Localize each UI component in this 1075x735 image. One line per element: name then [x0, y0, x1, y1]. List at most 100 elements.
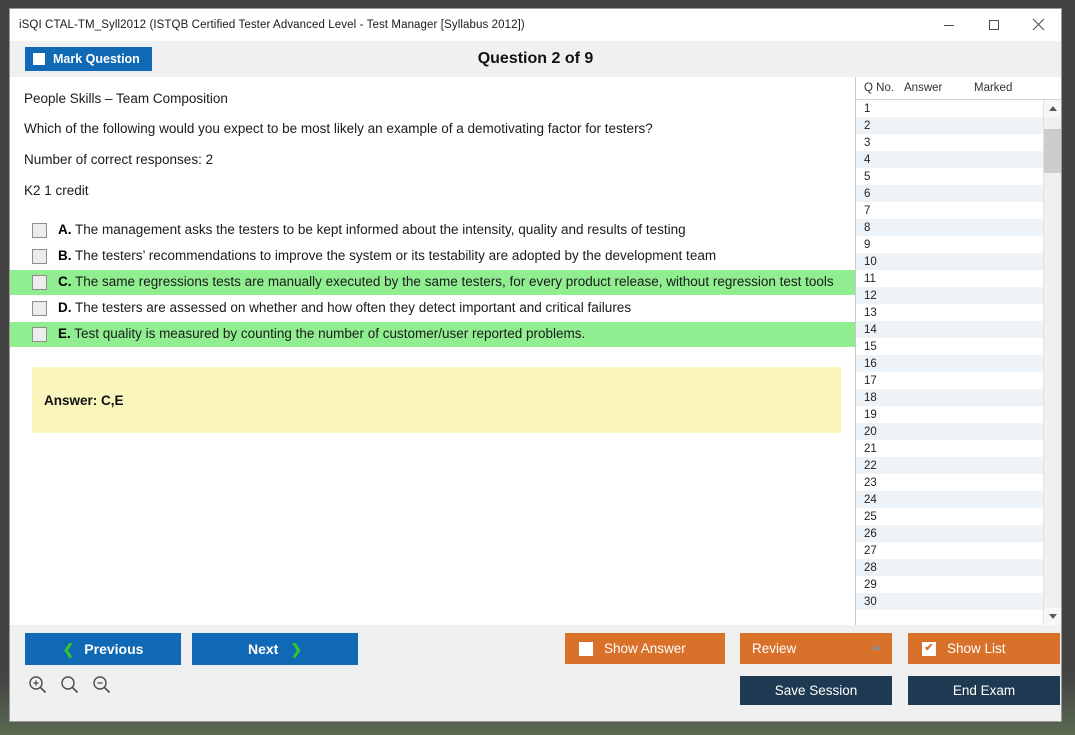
question-list-row[interactable]: 16 — [856, 355, 1043, 372]
option-row-e[interactable]: E. Test quality is measured by counting … — [10, 322, 855, 347]
option-body-b: The testers’ recommendations to improve … — [75, 248, 716, 263]
question-list-row[interactable]: 29 — [856, 576, 1043, 593]
end-exam-button[interactable]: End Exam — [908, 676, 1060, 705]
option-text-b: B. The testers’ recommendations to impro… — [58, 247, 726, 264]
review-dropdown[interactable]: Review — [740, 633, 892, 664]
question-list-row[interactable]: 15 — [856, 338, 1043, 355]
next-label: Next — [248, 641, 278, 657]
option-checkbox-e[interactable] — [32, 327, 47, 342]
scroll-up-icon[interactable] — [1044, 100, 1061, 117]
question-list-scrollbar[interactable] — [1043, 100, 1061, 625]
question-number-cell: 27 — [856, 545, 904, 557]
question-list-row[interactable]: 1 — [856, 100, 1043, 117]
question-list-row[interactable]: 11 — [856, 270, 1043, 287]
option-checkbox-d[interactable] — [32, 301, 47, 316]
scrollbar-thumb[interactable] — [1044, 129, 1061, 173]
scrollbar-track[interactable] — [1044, 117, 1061, 608]
question-number-cell: 15 — [856, 341, 904, 353]
question-list-row[interactable]: 22 — [856, 457, 1043, 474]
question-number-cell: 4 — [856, 154, 904, 166]
option-row-a[interactable]: A. The management asks the testers to be… — [10, 218, 855, 243]
option-row-c[interactable]: C. The same regressions tests are manual… — [10, 270, 855, 295]
exam-footer-toolbar: ❮ Previous Next ❯ Show Answer Review ✔ S… — [10, 625, 1061, 721]
question-list-row[interactable]: 20 — [856, 423, 1043, 440]
question-list-row[interactable]: 4 — [856, 151, 1043, 168]
question-list-row[interactable]: 14 — [856, 321, 1043, 338]
option-row-d[interactable]: D. The testers are assessed on whether a… — [10, 296, 855, 321]
option-text-e: E. Test quality is measured by counting … — [58, 325, 595, 342]
question-list-row[interactable]: 7 — [856, 202, 1043, 219]
option-letter-a: A. — [58, 222, 72, 237]
show-answer-label: Show Answer — [604, 641, 686, 656]
question-content-pane: People Skills – Team Composition Which o… — [10, 77, 855, 625]
scroll-down-icon[interactable] — [1044, 608, 1061, 625]
option-text-a: A. The management asks the testers to be… — [58, 221, 696, 238]
question-number-cell: 6 — [856, 188, 904, 200]
show-list-button[interactable]: ✔ Show List — [908, 633, 1060, 664]
end-exam-label: End Exam — [953, 683, 1015, 698]
question-list-row[interactable]: 27 — [856, 542, 1043, 559]
option-body-a: The management asks the testers to be ke… — [75, 222, 686, 237]
question-list-row[interactable]: 19 — [856, 406, 1043, 423]
question-number-cell: 25 — [856, 511, 904, 523]
window-titlebar: iSQI CTAL-TM_Syll2012 (ISTQB Certified T… — [10, 9, 1061, 41]
question-number-cell: 7 — [856, 205, 904, 217]
option-row-b[interactable]: B. The testers’ recommendations to impro… — [10, 244, 855, 269]
zoom-reset-icon[interactable] — [60, 675, 79, 699]
question-stem: Which of the following would you expect … — [10, 106, 855, 136]
question-list-row[interactable]: 26 — [856, 525, 1043, 542]
exam-body: People Skills – Team Composition Which o… — [10, 77, 1061, 625]
question-list-row[interactable]: 10 — [856, 253, 1043, 270]
maximize-icon[interactable] — [971, 9, 1016, 40]
question-number-cell: 2 — [856, 120, 904, 132]
question-list-row[interactable]: 12 — [856, 287, 1043, 304]
question-list-row[interactable]: 5 — [856, 168, 1043, 185]
previous-button[interactable]: ❮ Previous — [25, 633, 181, 665]
option-body-e: Test quality is measured by counting the… — [74, 326, 585, 341]
question-number-cell: 5 — [856, 171, 904, 183]
column-header-qno: Q No. — [856, 82, 904, 94]
question-list-row[interactable]: 25 — [856, 508, 1043, 525]
question-topic: People Skills – Team Composition — [10, 77, 855, 106]
question-list-row[interactable]: 23 — [856, 474, 1043, 491]
option-letter-b: B. — [58, 248, 72, 263]
question-list-row[interactable]: 3 — [856, 134, 1043, 151]
question-list-row[interactable]: 13 — [856, 304, 1043, 321]
question-list-row[interactable]: 8 — [856, 219, 1043, 236]
close-icon[interactable] — [1016, 9, 1061, 40]
question-list-row[interactable]: 18 — [856, 389, 1043, 406]
review-label: Review — [752, 641, 871, 656]
question-list-row[interactable]: 28 — [856, 559, 1043, 576]
question-list-row[interactable]: 2 — [856, 117, 1043, 134]
question-list-rows: 1234567891011121314151617181920212223242… — [856, 100, 1043, 625]
question-list-row[interactable]: 17 — [856, 372, 1043, 389]
question-list-row[interactable]: 24 — [856, 491, 1043, 508]
question-list-row[interactable]: 21 — [856, 440, 1043, 457]
zoom-out-icon[interactable] — [92, 675, 111, 699]
question-number-cell: 10 — [856, 256, 904, 268]
mark-question-button[interactable]: Mark Question — [25, 47, 152, 71]
question-list-row[interactable]: 9 — [856, 236, 1043, 253]
next-button[interactable]: Next ❯ — [192, 633, 358, 665]
option-letter-c: C. — [58, 274, 72, 289]
chevron-right-icon: ❯ — [290, 641, 302, 658]
question-list-body: 1234567891011121314151617181920212223242… — [856, 100, 1061, 625]
question-list-panel: Q No. Answer Marked 12345678910111213141… — [855, 77, 1061, 625]
option-checkbox-a[interactable] — [32, 223, 47, 238]
question-number-cell: 17 — [856, 375, 904, 387]
zoom-in-icon[interactable] — [28, 675, 47, 699]
option-letter-e: E. — [58, 326, 71, 341]
option-checkbox-b[interactable] — [32, 249, 47, 264]
column-header-marked: Marked — [974, 82, 1044, 94]
question-number-cell: 26 — [856, 528, 904, 540]
question-list-row[interactable]: 6 — [856, 185, 1043, 202]
save-session-button[interactable]: Save Session — [740, 676, 892, 705]
question-number-cell: 30 — [856, 596, 904, 608]
answer-reveal-text: Answer: C,E — [44, 393, 124, 408]
option-checkbox-c[interactable] — [32, 275, 47, 290]
exam-simulator-window: iSQI CTAL-TM_Syll2012 (ISTQB Certified T… — [9, 8, 1062, 722]
chevron-left-icon: ❮ — [63, 641, 75, 658]
show-answer-button[interactable]: Show Answer — [565, 633, 725, 664]
question-list-row[interactable]: 30 — [856, 593, 1043, 610]
minimize-icon[interactable] — [926, 9, 971, 40]
